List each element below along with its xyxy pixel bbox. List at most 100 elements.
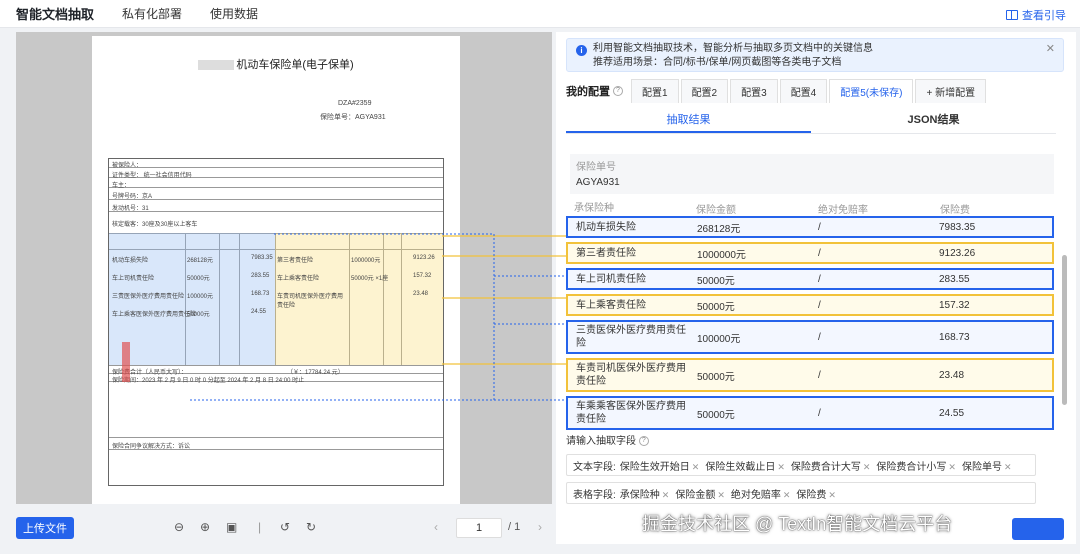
remove-chip-icon[interactable]: ✕ bbox=[828, 490, 836, 500]
remove-chip-icon[interactable]: ✕ bbox=[692, 462, 700, 472]
rotate-left-icon[interactable]: ↺ bbox=[280, 520, 290, 534]
table-row[interactable]: 车上司机责任险 50000元 / 283.55 bbox=[566, 268, 1054, 290]
tab-config-1[interactable]: 配置1 bbox=[631, 79, 679, 103]
zoom-in-icon[interactable]: ⊕ bbox=[200, 520, 210, 534]
text-field-chip-label: 保险费合计小写 bbox=[876, 461, 947, 473]
coverage-amount-cell: 50000元 bbox=[697, 301, 735, 313]
tab-config-3[interactable]: 配置3 bbox=[730, 79, 778, 103]
help-icon[interactable]: ? bbox=[613, 86, 623, 96]
tab-config-5[interactable]: 配置5(未保存) bbox=[829, 79, 914, 103]
doc-cov-r1: 车上乘客责任险 bbox=[277, 276, 320, 282]
premium-cell: 283.55 bbox=[939, 273, 970, 285]
premium-cell: 168.73 bbox=[939, 331, 970, 343]
doc-cov-r0: 第三者责任险 bbox=[277, 258, 314, 264]
table-row[interactable]: 车乘乘客医保外医疗费用责任险 50000元 / 24.55 bbox=[566, 396, 1054, 430]
viewer-controls: 上传文件 ⊖ ⊕ ▣ | ↺ ↻ ‹ 1 / 1 › bbox=[16, 512, 552, 544]
notice-line-2: 推荐适用场景：合同/标书/保单/网页截图等各类电子文档 bbox=[593, 57, 842, 68]
text-field-chip-label: 保险生效截止日 bbox=[705, 461, 776, 473]
top-bar: 智能文档抽取 私有化部署 使用数据 查看引导 bbox=[0, 0, 1080, 28]
tab-config-4[interactable]: 配置4 bbox=[779, 79, 828, 103]
policy-number-label: 保险单号 bbox=[576, 162, 616, 173]
info-icon: i bbox=[576, 45, 587, 56]
text-field-chip[interactable]: 保险生效开始日 ✕ bbox=[620, 462, 700, 473]
coverage-amount-cell: 268128元 bbox=[697, 223, 741, 235]
coverage-name-cell: 第三者责任险 bbox=[576, 247, 636, 259]
table-field-chip[interactable]: 保险金额 ✕ bbox=[675, 490, 725, 501]
document-page: 机动车保险单(电子保单) DZA#2359 保险单号：AGYA931 被保险人：… bbox=[92, 36, 460, 504]
deductible-rate-cell: / bbox=[818, 299, 821, 311]
table-field-chip[interactable]: 承保险种 ✕ bbox=[620, 490, 670, 501]
text-field-chip-label: 保险生效开始日 bbox=[619, 461, 690, 473]
tab-extract-result[interactable]: 抽取结果 bbox=[566, 108, 811, 133]
zoom-out-icon[interactable]: ⊖ bbox=[174, 520, 184, 534]
tab-json-result[interactable]: JSON结果 bbox=[811, 108, 1056, 133]
remove-chip-icon[interactable]: ✕ bbox=[783, 490, 791, 500]
prev-page-icon[interactable]: ‹ bbox=[434, 520, 438, 534]
text-field-chip[interactable]: 保险费合计大写 ✕ bbox=[791, 462, 871, 473]
table-row[interactable]: 车责司机医保外医疗费用责任险 50000元 / 23.48 bbox=[566, 358, 1054, 392]
panel-scrollbar[interactable] bbox=[1062, 255, 1067, 405]
book-icon bbox=[1006, 10, 1018, 20]
add-config-button[interactable]: + 新增配置 bbox=[915, 79, 987, 103]
table-field-chip[interactable]: 保险费 ✕ bbox=[796, 490, 836, 501]
document-title: 机动车保险单(电子保单) bbox=[236, 59, 354, 71]
doc-cov-1: 车上司机责任险 bbox=[112, 276, 155, 282]
close-icon[interactable]: ✕ bbox=[1046, 42, 1055, 56]
table-field-chip-label: 保险费 bbox=[796, 489, 827, 501]
coverage-name-cell: 车乘乘客医保外医疗费用责任险 bbox=[576, 401, 686, 425]
watermark: 掘金技术社区 @ TextIn智能文档云平台 bbox=[642, 514, 953, 534]
table-row[interactable]: 机动车损失险 268128元 / 7983.35 bbox=[566, 216, 1054, 238]
policy-number-value: AGYA931 bbox=[576, 177, 620, 188]
app-brand[interactable]: 智能文档抽取 bbox=[16, 4, 94, 23]
coverage-name-cell: 车责司机医保外医疗费用责任险 bbox=[576, 363, 686, 387]
table-row[interactable]: 三责医保外医疗费用责任险 100000元 / 168.73 bbox=[566, 320, 1054, 354]
help-icon[interactable]: ? bbox=[638, 436, 649, 447]
remove-chip-icon[interactable]: ✕ bbox=[863, 462, 871, 472]
text-field-chip[interactable]: 保险费合计小写 ✕ bbox=[876, 462, 956, 473]
text-field-chip[interactable]: 保险生效截止日 ✕ bbox=[705, 462, 785, 473]
tab-config-2[interactable]: 配置2 bbox=[680, 79, 729, 103]
text-field-chip[interactable]: 保险单号 ✕ bbox=[962, 462, 1012, 473]
next-page-icon[interactable]: › bbox=[538, 520, 542, 534]
extract-button[interactable] bbox=[1012, 518, 1064, 540]
document-viewer[interactable]: 机动车保险单(电子保单) DZA#2359 保险单号：AGYA931 被保险人：… bbox=[16, 32, 552, 504]
table-row[interactable]: 第三者责任险 1000000元 / 9123.26 bbox=[566, 242, 1054, 264]
table-field-chip-label: 承保险种 bbox=[619, 489, 660, 501]
redacted-block bbox=[198, 60, 235, 71]
remove-chip-icon[interactable]: ✕ bbox=[1004, 462, 1012, 472]
doc-plate: 号牌号码：京A bbox=[112, 194, 153, 200]
doc-insured: 被保险人： bbox=[112, 163, 143, 169]
text-field-chip-label: 保险费合计大写 bbox=[790, 461, 861, 473]
doc-cov-0: 机动车损失险 bbox=[112, 258, 149, 264]
table-row[interactable]: 车上乘客责任险 50000元 / 157.32 bbox=[566, 294, 1054, 316]
premium-cell: 23.48 bbox=[939, 369, 965, 381]
view-guide-label: 查看引导 bbox=[1022, 10, 1066, 22]
coverage-amount-cell: 50000元 bbox=[697, 371, 735, 383]
policy-number-field: 保险单号 AGYA931 bbox=[570, 154, 1054, 194]
table-field-chip[interactable]: 绝对免赔率 ✕ bbox=[731, 490, 791, 501]
text-field-chip-label: 保险单号 bbox=[961, 461, 1002, 473]
coverage-amount-cell: 50000元 bbox=[697, 409, 735, 421]
remove-chip-icon[interactable]: ✕ bbox=[777, 462, 785, 472]
page-number-input[interactable]: 1 bbox=[456, 518, 502, 538]
premium-cell: 9123.26 bbox=[939, 247, 976, 259]
doc-dispute: 保险合同争议解决方式：诉讼 bbox=[112, 444, 191, 450]
deductible-rate-cell: / bbox=[818, 369, 821, 381]
fit-page-icon[interactable]: ▣ bbox=[226, 520, 237, 534]
extract-fields-title: 请输入抽取字段 ? bbox=[566, 432, 657, 447]
config-label: 我的配置 bbox=[566, 86, 610, 98]
view-guide-link[interactable]: 查看引导 bbox=[1006, 7, 1066, 23]
document-policy-no: 保险单号：AGYA931 bbox=[320, 114, 386, 121]
table-fields-label: 表格字段: bbox=[573, 489, 616, 501]
deductible-rate-cell: / bbox=[818, 247, 821, 259]
nav-usage-data[interactable]: 使用数据 bbox=[210, 5, 258, 22]
remove-chip-icon[interactable]: ✕ bbox=[717, 490, 725, 500]
remove-chip-icon[interactable]: ✕ bbox=[662, 490, 670, 500]
table-fields-input[interactable]: 表格字段: 承保险种 ✕ 保险金额 ✕ 绝对免赔率 ✕ 保险费 ✕ bbox=[566, 482, 1036, 504]
upload-file-button[interactable]: 上传文件 bbox=[16, 517, 74, 539]
doc-cov-3: 车上乘客医保外医疗费用责任险 bbox=[112, 312, 197, 318]
text-fields-input[interactable]: 文本字段: 保险生效开始日 ✕ 保险生效截止日 ✕ 保险费合计大写 ✕ 保险费合计小写 ✕ 保险… bbox=[566, 454, 1036, 476]
nav-private-deploy[interactable]: 私有化部署 bbox=[122, 5, 182, 22]
remove-chip-icon[interactable]: ✕ bbox=[948, 462, 956, 472]
rotate-right-icon[interactable]: ↻ bbox=[306, 520, 316, 534]
